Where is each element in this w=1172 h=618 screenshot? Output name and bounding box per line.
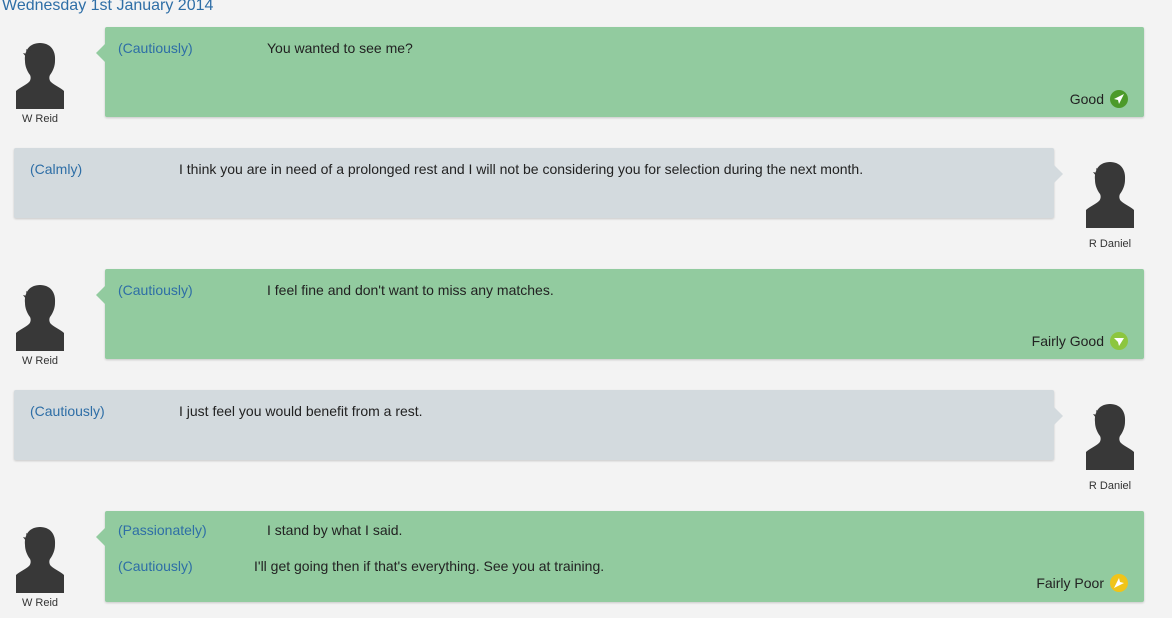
person-silhouette-icon: [1086, 404, 1134, 470]
message-tone: (Calmly): [30, 161, 83, 177]
bubble-pointer: [1053, 164, 1063, 184]
message-text: I feel fine and don't want to miss any m…: [267, 282, 554, 298]
message-text: I think you are in need of a prolonged r…: [179, 161, 864, 177]
reaction-badge: Good: [1070, 90, 1128, 108]
message-tone: (Cautiously): [118, 282, 193, 298]
bubble-pointer: [1053, 406, 1063, 426]
bubble-pointer: [96, 285, 106, 305]
message-text: I stand by what I said.: [267, 522, 403, 538]
message-tone: (Passionately): [118, 522, 207, 538]
avatar[interactable]: W Reid: [4, 37, 76, 126]
reaction-badge: Fairly Good: [1032, 332, 1128, 350]
arrow-up-right-icon: [1110, 90, 1128, 108]
arrow-up-right-icon: [1110, 332, 1128, 350]
message-text: I'll get going then if that's everything…: [254, 558, 605, 574]
avatar[interactable]: R Daniel: [1074, 156, 1146, 251]
speaker-name: W Reid: [21, 355, 59, 367]
speaker-name: R Daniel: [1088, 480, 1132, 492]
reaction-label: Good: [1069, 91, 1104, 107]
person-silhouette-icon: [16, 527, 64, 593]
person-silhouette-icon: [16, 285, 64, 351]
message-text: You wanted to see me?: [267, 40, 413, 56]
arrow-down-left-icon: [1110, 574, 1128, 592]
message-bubble: (Cautiously) I just feel you would benef…: [14, 390, 1063, 460]
conversation-date: Wednesday 1st January 2014: [2, 0, 214, 14]
avatar[interactable]: R Daniel: [1074, 398, 1146, 493]
message-tone: (Cautiously): [118, 40, 193, 56]
person-silhouette-icon: [1086, 162, 1134, 228]
message-bubble: (Cautiously) I feel fine and don't want …: [96, 269, 1144, 359]
message-row: W Reid (Passionately) I stand by what I …: [0, 511, 1172, 618]
message-row: W Reid (Cautiously) You wanted to see me…: [0, 27, 1172, 129]
message-tone: (Cautiously): [30, 403, 105, 419]
reaction-label: Fairly Good: [1031, 333, 1104, 349]
message-row: W Reid (Cautiously) I feel fine and don'…: [0, 269, 1172, 371]
speaker-name: R Daniel: [1088, 238, 1132, 250]
bubble-pointer: [96, 527, 106, 547]
reaction-badge: Fairly Poor: [1036, 574, 1128, 592]
message-bubble: (Passionately) I stand by what I said. (…: [96, 511, 1144, 602]
message-bubble: (Cautiously) You wanted to see me? Good: [96, 27, 1144, 117]
message-row: (Cautiously) I just feel you would benef…: [0, 390, 1172, 496]
speaker-name: W Reid: [21, 113, 59, 125]
bubble-pointer: [96, 43, 106, 63]
speaker-name: W Reid: [21, 597, 59, 609]
message-row: (Calmly) I think you are in need of a pr…: [0, 148, 1172, 254]
message-bubble: (Calmly) I think you are in need of a pr…: [14, 148, 1063, 218]
avatar[interactable]: W Reid: [4, 279, 76, 368]
message-tone: (Cautiously): [118, 558, 193, 574]
person-silhouette-icon: [16, 43, 64, 109]
reaction-label: Fairly Poor: [1036, 575, 1104, 591]
avatar[interactable]: W Reid: [4, 521, 76, 610]
message-text: I just feel you would benefit from a res…: [179, 403, 423, 419]
